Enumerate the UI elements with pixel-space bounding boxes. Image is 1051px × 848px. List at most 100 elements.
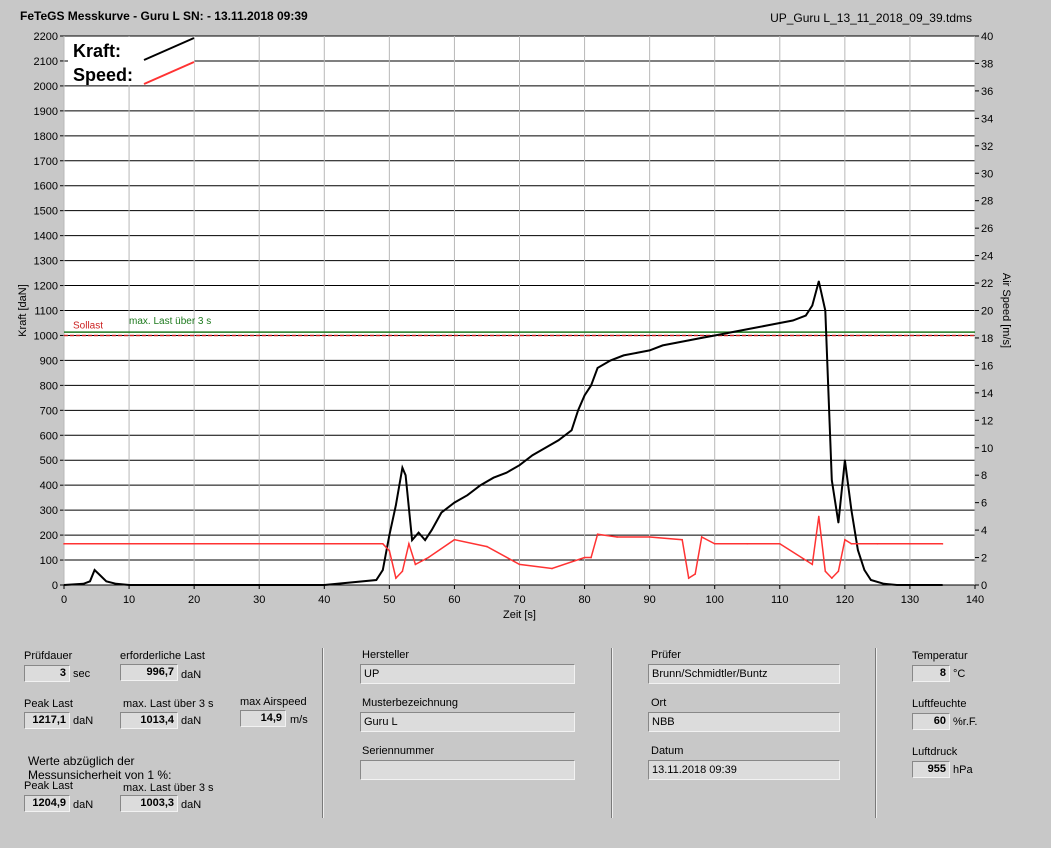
- speed-data-point: [388, 549, 391, 552]
- y-tick-label: 700: [40, 405, 58, 417]
- legend-kraft-label: Kraft:: [73, 41, 121, 61]
- y-tick-label: 1100: [34, 306, 58, 318]
- speed-data-point: [518, 563, 521, 566]
- speed-data-point: [700, 536, 703, 538]
- y2-tick-label: 12: [981, 415, 993, 427]
- x-tick-label: 90: [644, 594, 656, 606]
- y2-tick-label: 14: [981, 388, 993, 400]
- y2-tick-label: 40: [981, 31, 993, 43]
- kraft-data-point: [505, 471, 508, 474]
- max-last-label: max. Last über 3 s: [129, 316, 211, 327]
- speed-data-point: [687, 577, 690, 579]
- speed-data-point: [818, 515, 820, 518]
- y-tick-label: 0: [52, 580, 58, 592]
- y-tick-label: 1300: [34, 256, 58, 268]
- kraft-data-point: [82, 582, 85, 585]
- temperatur-unit: °C: [953, 668, 966, 680]
- kraft-data-point: [453, 501, 456, 504]
- y2-tick-label: 20: [981, 306, 993, 318]
- kraft-data-point: [850, 509, 853, 511]
- x-tick-label: 80: [578, 594, 590, 606]
- y-tick-label: 300: [40, 505, 58, 517]
- kraft-data-point: [609, 359, 612, 362]
- speed-data-point: [401, 570, 404, 573]
- kraft-data-point: [831, 479, 833, 481]
- y2-tick-label: 2: [981, 553, 987, 565]
- kraft-data-point: [596, 367, 599, 369]
- y2-tick-label: 28: [981, 196, 993, 208]
- kraft-data-point: [700, 337, 703, 339]
- speed-data-point: [824, 570, 827, 573]
- x-tick-label: 70: [513, 594, 525, 606]
- luftdruck-value: 955: [912, 761, 950, 778]
- y-tick-label: 1400: [34, 231, 58, 243]
- y-tick-label: 1800: [34, 131, 58, 143]
- kraft-data-point: [726, 332, 729, 334]
- kraft-data-point: [909, 584, 911, 586]
- seriennummer-field: [360, 760, 575, 780]
- speed-data-point: [583, 556, 586, 559]
- kraft-data-point: [583, 394, 586, 397]
- x-tick-label: 140: [966, 594, 984, 606]
- y2-tick-label: 18: [981, 333, 993, 345]
- erf-last-label: erforderliche Last: [120, 650, 205, 662]
- y-tick-label: 400: [40, 480, 58, 492]
- kraft-data-point: [105, 580, 108, 583]
- x-tick-label: 10: [123, 594, 135, 606]
- kraft-data-point: [375, 579, 378, 581]
- kraft-data-point: [805, 314, 807, 317]
- temperatur-value: 8: [912, 665, 950, 682]
- kraft-data-point: [128, 584, 130, 586]
- kraft-data-point: [193, 584, 195, 586]
- kraft-data-point: [824, 309, 827, 312]
- y2-tick-label: 24: [981, 251, 993, 263]
- kraft-data-point: [424, 539, 426, 541]
- speed-data-point: [453, 538, 456, 541]
- kraft-data-point: [93, 569, 96, 571]
- max-airspeed-unit: m/s: [290, 714, 308, 726]
- max-last-2-label: max. Last über 3 s: [123, 782, 214, 794]
- kraft-data-point: [739, 329, 742, 332]
- kraft-data-point: [941, 584, 944, 586]
- erf-last-value: 996,7: [120, 664, 178, 681]
- speed-data-point: [909, 543, 911, 545]
- kraft-data-point: [479, 484, 482, 486]
- y-tick-label: 1900: [34, 106, 58, 118]
- speed-data-point: [844, 538, 846, 541]
- x-tick-label: 40: [318, 594, 330, 606]
- x-tick-label: 0: [61, 594, 67, 606]
- kraft-data-point: [752, 327, 755, 329]
- speed-data-point: [857, 543, 859, 545]
- speed-data-point: [746, 543, 749, 545]
- x-tick-label: 60: [448, 594, 460, 606]
- speed-data-point: [596, 533, 599, 536]
- x-tick-label: 110: [771, 594, 789, 606]
- y2-tick-label: 0: [981, 580, 987, 592]
- werte-note-line1: Werte abzüglich der: [28, 754, 135, 768]
- y2-tick-label: 16: [981, 360, 993, 372]
- max-last-value: 1013,4: [120, 712, 178, 729]
- kraft-data-point: [98, 574, 101, 576]
- x-tick-label: 50: [383, 594, 395, 606]
- max-last-label: max. Last über 3 s: [123, 698, 214, 710]
- y2-tick-label: 36: [981, 86, 993, 98]
- kraft-data-point: [896, 584, 898, 586]
- kraft-data-point: [544, 446, 547, 449]
- kraft-data-point: [531, 454, 534, 457]
- y-tick-label: 1000: [34, 330, 58, 342]
- kraft-data-point: [590, 384, 592, 387]
- pruefer-field: Brunn/Schmidtler/Buntz: [648, 664, 840, 684]
- y-tick-label: 1700: [34, 156, 58, 168]
- x-tick-label: 130: [901, 594, 919, 606]
- kraft-data-point: [401, 466, 404, 469]
- luftfeuchte-unit: %r.F.: [953, 716, 978, 728]
- kraft-data-point: [713, 334, 716, 337]
- kraft-data-point: [411, 539, 413, 541]
- kraft-data-point: [388, 534, 391, 536]
- x-tick-label: 120: [836, 594, 854, 606]
- separator: [875, 648, 877, 818]
- kraft-data-point: [63, 584, 65, 586]
- speed-data-point: [648, 536, 651, 538]
- musterbezeichnung-label: Musterbezeichnung: [362, 697, 459, 709]
- datum-field: 13.11.2018 09:39: [648, 760, 840, 780]
